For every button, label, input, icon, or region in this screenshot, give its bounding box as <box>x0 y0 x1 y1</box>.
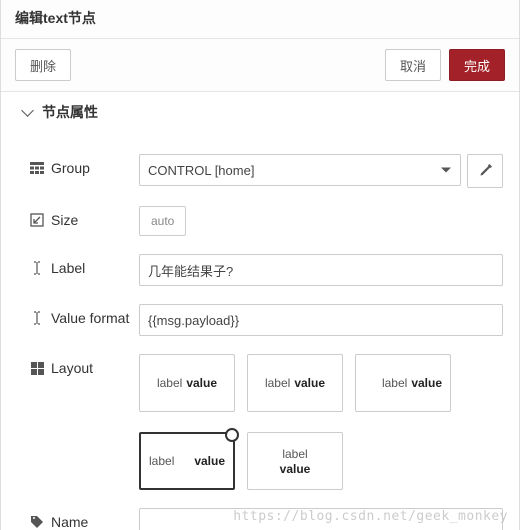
layout-label: Layout <box>51 360 93 376</box>
size-button[interactable]: auto <box>139 206 186 236</box>
layout-option-4[interactable]: label value <box>247 432 343 490</box>
text-cursor-icon <box>29 311 45 325</box>
label-input[interactable] <box>139 254 503 286</box>
value-format-label: Value format <box>51 310 129 326</box>
tag-icon <box>29 515 45 529</box>
row-value-format: Value format <box>29 304 503 336</box>
group-label: Group <box>51 160 90 176</box>
action-bar: 删除 取消 完成 <box>1 39 519 92</box>
row-group: Group CONTROL [home] <box>29 154 503 188</box>
cancel-button[interactable]: 取消 <box>385 49 441 81</box>
layout-option-1[interactable]: label value <box>247 354 343 412</box>
section-title: 节点属性 <box>42 102 98 122</box>
grid-icon <box>29 362 45 375</box>
group-select[interactable]: CONTROL [home] <box>139 154 461 186</box>
label-label: Label <box>51 260 85 276</box>
resize-icon <box>29 213 45 227</box>
name-label: Name <box>51 514 88 530</box>
text-cursor-icon <box>29 261 45 275</box>
form-body: Group CONTROL [home] Size auto <box>1 130 519 530</box>
edit-group-button[interactable] <box>467 154 503 188</box>
layout-option-0[interactable]: label value <box>139 354 235 412</box>
row-layout: Layout label value label value label val… <box>29 354 503 490</box>
row-label: Label <box>29 254 503 286</box>
row-name: Name <box>29 508 503 530</box>
row-size: Size auto <box>29 206 503 236</box>
pencil-icon <box>478 164 492 178</box>
chevron-down-icon <box>21 104 34 117</box>
layout-option-3[interactable]: label value <box>139 432 235 490</box>
done-button[interactable]: 完成 <box>449 49 505 81</box>
section-toggle[interactable]: 节点属性 <box>1 92 519 130</box>
size-label: Size <box>51 212 78 228</box>
delete-button[interactable]: 删除 <box>15 49 71 81</box>
group-select-value: CONTROL [home] <box>148 163 254 178</box>
name-input[interactable] <box>139 508 503 530</box>
value-format-input[interactable] <box>139 304 503 336</box>
layout-option-2[interactable]: label value <box>355 354 451 412</box>
edit-panel: 编辑text节点 删除 取消 完成 节点属性 Group CONTROL [ho… <box>0 0 520 530</box>
panel-title: 编辑text节点 <box>1 0 519 39</box>
table-icon <box>29 162 45 174</box>
